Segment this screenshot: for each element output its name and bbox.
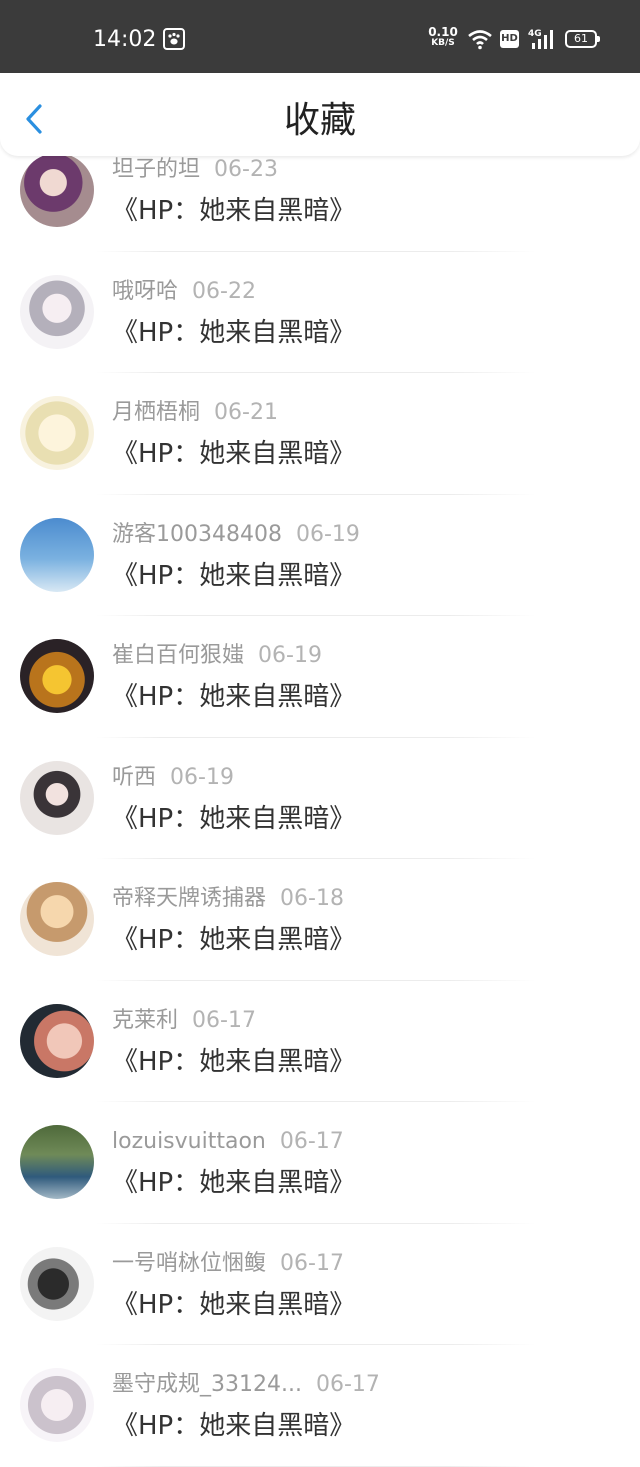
avatar[interactable] — [20, 153, 94, 227]
item-meta: 帝释天牌诱捕器 06-18 — [112, 884, 344, 914]
avatar[interactable] — [20, 274, 94, 349]
username[interactable]: 克莱利 — [112, 1008, 178, 1033]
avatar[interactable] — [20, 639, 94, 713]
list-item[interactable]: lozuisvuittaon 06-17 《HP：她来自黑暗》 — [0, 1102, 640, 1224]
list-item[interactable]: 墨守成规_33124... 06-17 《HP：她来自黑暗》 — [0, 1345, 640, 1467]
item-meta: 崔白百何狠媸 06-19 — [112, 641, 322, 671]
status-bar: 14:02 0.10 KB/S HD 4G 61 — [0, 0, 640, 73]
username[interactable]: 月栖梧桐 — [112, 400, 200, 425]
date-label: 06-17 — [279, 1129, 344, 1154]
book-title[interactable]: 《HP：她来自黑暗》 — [112, 559, 355, 593]
item-meta: 月栖梧桐 06-21 — [112, 398, 278, 428]
nav-header: 收藏 — [0, 73, 640, 156]
username[interactable]: 墨守成规_33124... — [112, 1372, 302, 1397]
date-label: 06-17 — [280, 1250, 344, 1276]
username[interactable]: 坦子的坦 — [112, 157, 200, 182]
battery-icon: 61 — [565, 30, 600, 48]
item-meta: 哦呀哈 06-22 — [112, 277, 256, 307]
item-meta: 墨守成规_33124... 06-17 — [112, 1370, 380, 1400]
item-meta: 坦子的坦 06-23 — [112, 155, 278, 185]
avatar[interactable] — [20, 1368, 94, 1442]
book-title[interactable]: 《HP：她来自黑暗》 — [112, 437, 355, 471]
avatar[interactable] — [20, 396, 94, 470]
date-label: 06-18 — [280, 886, 344, 911]
battery-level: 61 — [574, 32, 588, 45]
list-item[interactable]: 帝释天牌诱捕器 06-18 《HP：她来自黑暗》 — [0, 859, 640, 981]
list-item[interactable]: 一号哨栤位悃鳆 06-17 《HP：她来自黑暗》 — [0, 1224, 640, 1345]
network-speed-value: 0.10 — [428, 25, 458, 39]
username[interactable]: 听西 — [112, 765, 156, 790]
username[interactable]: 一号哨栤位悃鳆 — [112, 1251, 266, 1276]
avatar[interactable] — [20, 1125, 94, 1199]
username[interactable]: 游客100348408 — [112, 522, 282, 547]
date-label: 06-17 — [192, 1007, 256, 1033]
list-item[interactable]: 听西 06-19 《HP：她来自黑暗》 — [0, 738, 640, 859]
username[interactable]: lozuisvuittaon — [112, 1129, 266, 1154]
date-label: 06-23 — [214, 157, 278, 182]
wifi-icon — [467, 28, 493, 54]
avatar[interactable] — [20, 1003, 94, 1078]
divider — [96, 1465, 536, 1467]
status-time: 14:02 — [93, 27, 157, 52]
list-item[interactable]: 克莱利 06-17 《HP：她来自黑暗》 — [0, 981, 640, 1102]
avatar[interactable] — [20, 882, 94, 956]
book-title[interactable]: 《HP：她来自黑暗》 — [112, 1409, 355, 1443]
book-title[interactable]: 《HP：她来自黑暗》 — [112, 680, 355, 714]
list-item[interactable]: 崔白百何狠媸 06-19 《HP：她来自黑暗》 — [0, 616, 640, 738]
network-type-label: 4G — [528, 29, 542, 39]
book-title[interactable]: 《HP：她来自黑暗》 — [112, 802, 355, 836]
username[interactable]: 崔白百何狠媸 — [112, 643, 244, 668]
date-label: 06-19 — [258, 643, 322, 668]
date-label: 06-17 — [315, 1372, 380, 1397]
item-meta: lozuisvuittaon 06-17 — [112, 1127, 344, 1157]
date-label: 06-19 — [170, 764, 234, 790]
hd-badge: HD — [500, 30, 519, 48]
date-label: 06-22 — [192, 278, 256, 304]
item-meta: 克莱利 06-17 — [112, 1006, 256, 1036]
item-meta: 听西 06-19 — [112, 763, 234, 793]
avatar[interactable] — [20, 517, 94, 592]
page-title: 收藏 — [283, 100, 356, 141]
book-title[interactable]: 《HP：她来自黑暗》 — [112, 1288, 355, 1322]
item-meta: 游客100348408 06-19 — [112, 520, 360, 550]
avatar[interactable] — [20, 760, 94, 835]
favorites-list: 坦子的坦 06-23 《HP：她来自黑暗》 哦呀哈 06-22 《HP：她来自黑暗》… — [0, 130, 640, 1467]
item-meta: 一号哨栤位悃鳆 06-17 — [112, 1249, 344, 1279]
list-item[interactable]: 游客100348408 06-19 《HP：她来自黑暗》 — [0, 495, 640, 616]
book-title[interactable]: 《HP：她来自黑暗》 — [112, 923, 355, 957]
username[interactable]: 哦呀哈 — [112, 279, 178, 304]
date-label: 06-21 — [214, 400, 278, 425]
username[interactable]: 帝释天牌诱捕器 — [112, 886, 266, 911]
avatar[interactable] — [20, 1246, 94, 1321]
book-title[interactable]: 《HP：她来自黑暗》 — [112, 194, 355, 228]
paw-app-icon — [163, 28, 185, 50]
network-speed: 0.10 KB/S — [428, 25, 458, 49]
signal-icon: 4G — [528, 28, 556, 54]
book-title[interactable]: 《HP：她来自黑暗》 — [112, 1045, 355, 1079]
date-label: 06-19 — [295, 521, 360, 547]
list-item[interactable]: 月栖梧桐 06-21 《HP：她来自黑暗》 — [0, 373, 640, 495]
book-title[interactable]: 《HP：她来自黑暗》 — [112, 316, 355, 350]
book-title[interactable]: 《HP：她来自黑暗》 — [112, 1166, 355, 1200]
network-speed-unit: KB/S — [431, 38, 455, 48]
list-item[interactable]: 哦呀哈 06-22 《HP：她来自黑暗》 — [0, 252, 640, 373]
